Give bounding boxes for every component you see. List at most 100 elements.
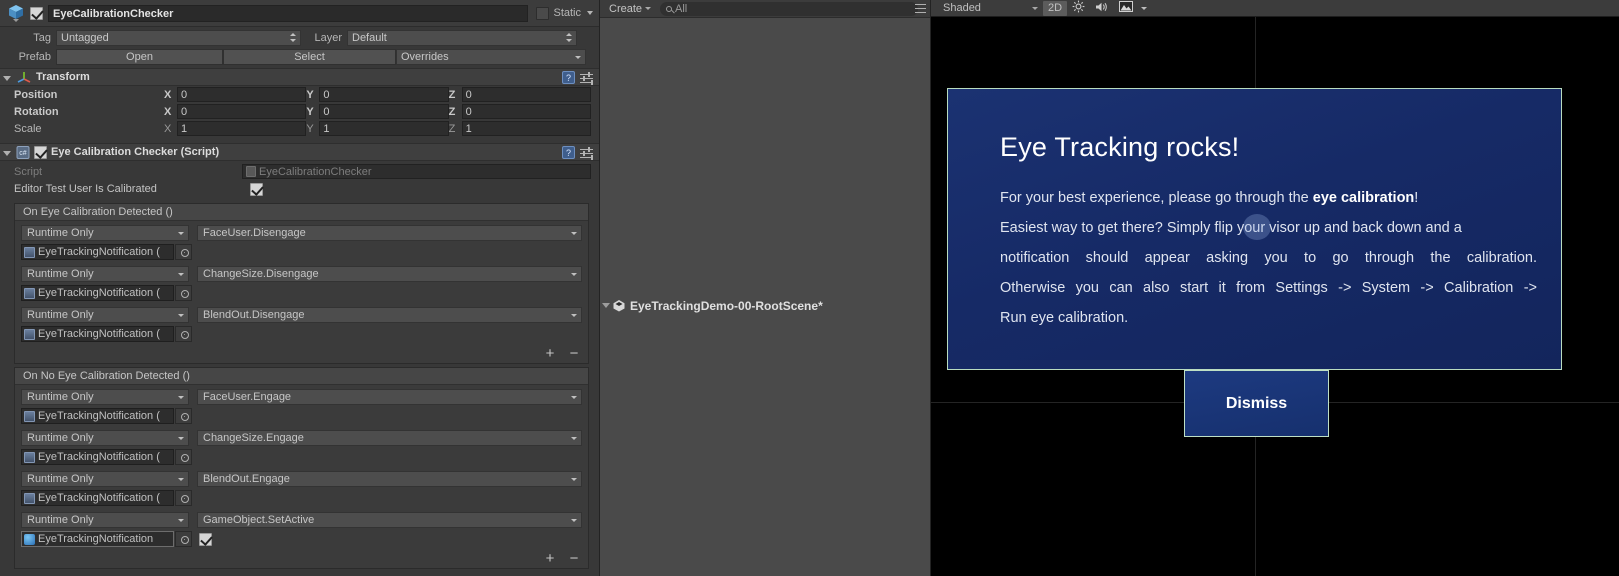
preset-icon[interactable] bbox=[580, 71, 593, 84]
scene-view-canvas[interactable]: Eye Tracking rocks! For your best experi… bbox=[931, 17, 1619, 576]
notification-line-5: Run eye calibration. bbox=[1000, 310, 1129, 326]
add-event-button[interactable]: + bbox=[544, 551, 556, 566]
script-enabled-checkbox[interactable] bbox=[34, 145, 47, 159]
axis-y-label: Y bbox=[306, 88, 314, 101]
axis-z-label: Z bbox=[448, 105, 456, 118]
event-function-dropdown[interactable]: BlendOut.Disengage bbox=[197, 307, 582, 323]
event-entry: Runtime Only GameObject.SetActive EyeTra… bbox=[15, 508, 588, 549]
create-button[interactable]: Create bbox=[606, 3, 654, 15]
static-toggle-group[interactable]: Static bbox=[536, 6, 593, 20]
prefab-overrides-dropdown[interactable]: Overrides bbox=[396, 48, 586, 65]
event-mode-dropdown[interactable]: Runtime Only bbox=[21, 266, 189, 282]
event-mode-dropdown[interactable]: Runtime Only bbox=[21, 225, 189, 241]
event-target-name: EyeTrackingNotification ( bbox=[38, 410, 160, 422]
toggle-2d-button[interactable]: 2D bbox=[1043, 0, 1068, 16]
scene-view-panel: Shaded 2D Eye Tracking rocks! For your b… bbox=[931, 0, 1619, 576]
hierarchy-panel: Create All EyeTrackingDemo-00-RootScene*… bbox=[600, 0, 931, 576]
scene-audio-button[interactable] bbox=[1090, 1, 1114, 16]
scale-x-field[interactable]: 1 bbox=[177, 121, 307, 136]
event-function-dropdown[interactable]: BlendOut.Engage bbox=[197, 471, 582, 487]
event-mode-dropdown[interactable]: Runtime Only bbox=[21, 307, 189, 323]
remove-event-button[interactable]: − bbox=[568, 551, 580, 566]
event-target-object-field[interactable]: EyeTrackingNotification ( bbox=[21, 326, 174, 342]
remove-event-button[interactable]: − bbox=[568, 346, 580, 361]
transform-foldout-icon[interactable] bbox=[3, 75, 11, 81]
tag-layer-row: Tag Untagged Layer Default bbox=[0, 29, 599, 46]
hierarchy-scene-row[interactable]: EyeTrackingDemo-00-RootScene* bbox=[600, 18, 930, 576]
event-mode-dropdown[interactable]: Runtime Only bbox=[21, 471, 189, 487]
gameobject-name-field[interactable]: EyeCalibrationChecker bbox=[48, 4, 529, 22]
position-y-field[interactable]: 0 bbox=[319, 87, 449, 102]
event-target-object-field[interactable]: EyeTrackingNotification ( bbox=[21, 408, 174, 424]
event-function-dropdown[interactable]: FaceUser.Engage bbox=[197, 389, 582, 405]
scale-z-field[interactable]: 1 bbox=[461, 121, 591, 136]
scene-fx-button[interactable] bbox=[1114, 1, 1138, 16]
axis-x-label: X bbox=[164, 105, 172, 118]
chevron-down-icon bbox=[1141, 6, 1148, 10]
event-function-dropdown[interactable]: ChangeSize.Disengage bbox=[197, 266, 582, 282]
event-mode-dropdown[interactable]: Runtime Only bbox=[21, 389, 189, 405]
notification-body: For your best experience, please go thro… bbox=[948, 163, 1561, 333]
dismiss-button[interactable]: Dismiss bbox=[1184, 370, 1329, 437]
tag-dropdown[interactable]: Untagged bbox=[56, 29, 301, 46]
help-icon[interactable]: ? bbox=[562, 70, 575, 84]
object-picker-icon[interactable] bbox=[175, 285, 192, 301]
event-function-dropdown[interactable]: ChangeSize.Engage bbox=[197, 430, 582, 446]
rotation-y-field[interactable]: 0 bbox=[319, 104, 449, 119]
rotation-vector3: X0 Y0 Z0 bbox=[164, 104, 599, 119]
help-icon[interactable]: ? bbox=[562, 145, 575, 159]
object-picker-icon[interactable] bbox=[175, 244, 192, 260]
editor-test-calibrated-checkbox[interactable] bbox=[250, 182, 263, 196]
transform-component-header[interactable]: Transform ? bbox=[0, 68, 599, 86]
script-component-header[interactable]: c# Eye Calibration Checker (Script) ? bbox=[0, 143, 599, 161]
object-picker-icon[interactable] bbox=[175, 531, 192, 547]
axis-y-label: Y bbox=[306, 105, 314, 118]
search-icon bbox=[666, 5, 673, 12]
object-picker-icon[interactable] bbox=[175, 408, 192, 424]
event-target-object-field[interactable]: EyeTrackingNotification ( bbox=[21, 244, 174, 260]
event-target-object-field[interactable]: EyeTrackingNotification ( bbox=[21, 449, 174, 465]
position-z-field[interactable]: 0 bbox=[461, 87, 591, 102]
scale-vector3: X1 Y1 Z1 bbox=[164, 121, 599, 136]
event-function-dropdown[interactable]: GameObject.SetActive bbox=[197, 512, 582, 528]
hierarchy-search-input[interactable]: All bbox=[660, 1, 918, 16]
preset-icon[interactable] bbox=[580, 146, 593, 159]
event-target-object-field[interactable]: EyeTrackingNotification bbox=[21, 531, 174, 547]
prefab-open-button[interactable]: Open bbox=[56, 48, 223, 65]
object-picker-icon[interactable] bbox=[175, 326, 192, 342]
event-mode-dropdown[interactable]: Runtime Only bbox=[21, 430, 189, 446]
event-target-object-field[interactable]: EyeTrackingNotification ( bbox=[21, 490, 174, 506]
prefab-select-button[interactable]: Select bbox=[223, 48, 396, 65]
object-picker-icon[interactable] bbox=[175, 490, 192, 506]
static-chevron-down-icon[interactable] bbox=[587, 11, 593, 15]
scene-lighting-button[interactable] bbox=[1067, 0, 1090, 16]
scene-foldout-icon[interactable] bbox=[600, 303, 612, 308]
layer-dropdown[interactable]: Default bbox=[347, 29, 577, 46]
hierarchy-menu-icon[interactable] bbox=[915, 4, 926, 14]
transform-scale-row: Scale X1 Y1 Z1 bbox=[0, 120, 599, 137]
add-event-button[interactable]: + bbox=[544, 346, 556, 361]
scale-y-field[interactable]: 1 bbox=[319, 121, 449, 136]
script-field-row: Script EyeCalibrationChecker bbox=[0, 163, 599, 180]
script-foldout-icon[interactable] bbox=[3, 150, 11, 156]
event-entry: Runtime Only BlendOut.Disengage EyeTrack… bbox=[15, 303, 588, 344]
static-checkbox[interactable] bbox=[536, 6, 550, 20]
scene-fx-dropdown[interactable] bbox=[1138, 1, 1150, 16]
notification-line-4: Otherwise you can also start it from Set… bbox=[1000, 280, 1537, 296]
object-picker-icon[interactable] bbox=[175, 449, 192, 465]
event-target-object-field[interactable]: EyeTrackingNotification ( bbox=[21, 285, 174, 301]
script-icon bbox=[24, 287, 35, 299]
eye-tracking-notification-panel: Eye Tracking rocks! For your best experi… bbox=[947, 88, 1562, 370]
gaze-cursor-icon bbox=[1243, 214, 1271, 240]
unity-editor-window: EyeCalibrationChecker Static Tag Untagge… bbox=[0, 0, 1619, 576]
layer-label: Layer bbox=[314, 31, 342, 44]
rotation-z-field[interactable]: 0 bbox=[461, 104, 591, 119]
draw-mode-dropdown[interactable]: Shaded bbox=[939, 1, 1043, 16]
event-function-dropdown[interactable]: FaceUser.Disengage bbox=[197, 225, 582, 241]
event-bool-argument-checkbox[interactable] bbox=[199, 532, 212, 546]
gameobject-enabled-checkbox[interactable] bbox=[30, 6, 43, 20]
position-x-field[interactable]: 0 bbox=[177, 87, 307, 102]
transform-title: Transform bbox=[36, 71, 90, 83]
rotation-x-field[interactable]: 0 bbox=[177, 104, 307, 119]
event-mode-dropdown[interactable]: Runtime Only bbox=[21, 512, 189, 528]
